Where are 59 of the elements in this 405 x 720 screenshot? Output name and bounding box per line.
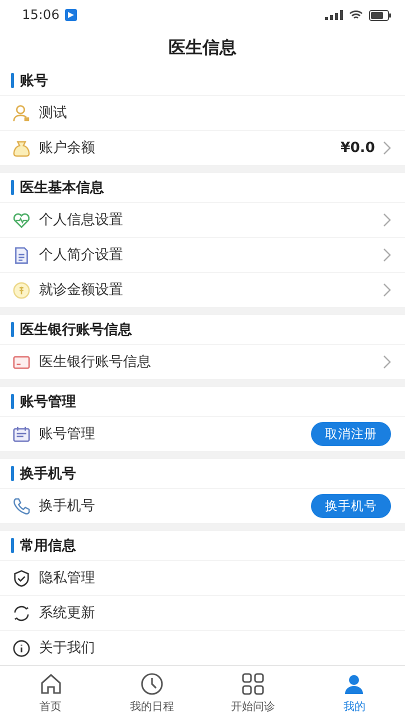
- section-title: 医生银行账号信息: [20, 320, 132, 338]
- battery-icon: [369, 10, 391, 20]
- section-title: 医生基本信息: [20, 178, 104, 196]
- calendar-icon: [12, 424, 31, 444]
- chevron-right-icon: [383, 248, 391, 262]
- chevron-right-icon: [383, 283, 391, 297]
- list-item[interactable]: 就诊金额设置: [0, 273, 405, 307]
- list-item[interactable]: 账号管理 取消注册: [0, 417, 405, 451]
- item-label: 就诊金额设置: [39, 281, 124, 299]
- item-label: 医生银行账号信息: [39, 353, 152, 371]
- home-icon: [38, 672, 63, 696]
- grid-icon: [241, 672, 266, 696]
- bag-icon: [12, 138, 31, 158]
- phone-icon: [12, 496, 31, 516]
- item-label: 个人简介设置: [39, 246, 124, 264]
- item-label: 账号管理: [39, 425, 96, 443]
- list-item[interactable]: 个人简介设置: [0, 238, 405, 273]
- page-title: 医生信息: [0, 30, 405, 66]
- signal-icon: [325, 10, 343, 20]
- list-item[interactable]: 系统更新: [0, 596, 405, 631]
- heart-icon: [12, 210, 31, 230]
- list-item[interactable]: 换手机号 换手机号: [0, 489, 405, 523]
- chevron-right-icon: [383, 141, 391, 155]
- list-item[interactable]: 隐私管理: [0, 561, 405, 596]
- chevron-right-icon: [383, 213, 391, 227]
- section-title: 账号: [20, 72, 48, 90]
- tab[interactable]: 首页: [0, 666, 102, 720]
- shield-icon: [12, 568, 31, 588]
- item-label: 换手机号: [39, 497, 96, 515]
- tab[interactable]: 开始问诊: [202, 666, 304, 720]
- document-icon: [12, 246, 31, 264]
- section-title: 常用信息: [20, 536, 76, 554]
- chevron-right-icon: [383, 355, 391, 369]
- status-time: 15:06: [22, 8, 60, 22]
- app-notification-icon: [65, 9, 78, 21]
- refresh-icon: [12, 604, 31, 622]
- item-label: 账户余额: [39, 139, 96, 157]
- action-button[interactable]: 换手机号: [311, 494, 391, 518]
- tab[interactable]: 我的: [304, 666, 405, 720]
- action-button[interactable]: 取消注册: [311, 422, 391, 446]
- item-label: 系统更新: [39, 604, 96, 622]
- wifi-icon: [349, 10, 363, 20]
- clock-icon: [140, 672, 164, 696]
- tab[interactable]: 我的日程: [101, 666, 202, 720]
- user-icon: [12, 104, 31, 122]
- item-label: 关于我们: [39, 639, 96, 657]
- item-label: 隐私管理: [39, 569, 96, 587]
- info-icon: [12, 638, 31, 658]
- coin-icon: [12, 280, 31, 300]
- item-label: 测试: [39, 104, 68, 122]
- list-item[interactable]: 账户余额 ¥0.0: [0, 131, 405, 165]
- balance-value: ¥0.0: [340, 140, 375, 156]
- item-label: 个人信息设置: [39, 211, 124, 229]
- list-item[interactable]: 医生银行账号信息: [0, 345, 405, 379]
- list-item[interactable]: 关于我们: [0, 631, 405, 665]
- section-title: 账号管理: [20, 392, 76, 410]
- list-item[interactable]: 测试: [0, 96, 405, 131]
- section-title: 换手机号: [20, 464, 76, 482]
- list-item[interactable]: 个人信息设置: [0, 203, 405, 238]
